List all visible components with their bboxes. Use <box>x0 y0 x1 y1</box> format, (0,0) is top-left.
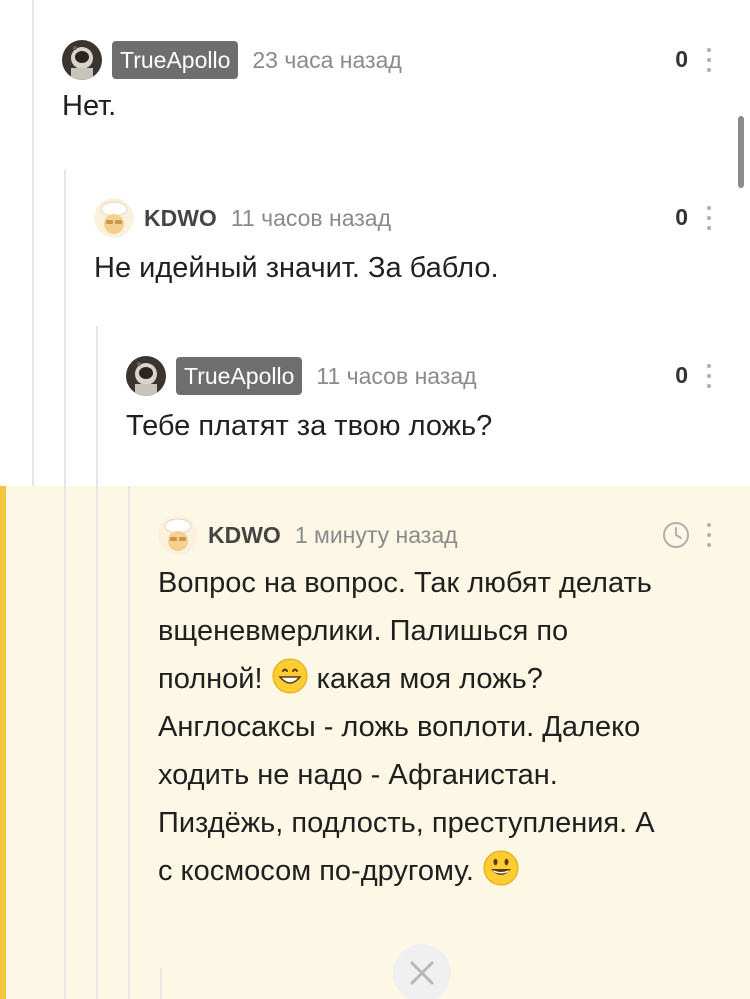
username-link[interactable]: TrueApollo <box>176 357 303 395</box>
username-link[interactable]: KDWO <box>144 205 217 232</box>
smiley-emoji-icon <box>483 850 519 886</box>
avatar[interactable] <box>94 198 134 238</box>
comment: TrueApollo 23 часа назад 0 Нет. <box>62 40 750 130</box>
comment-timestamp[interactable]: 23 часа назад <box>252 47 401 74</box>
close-icon <box>410 961 434 985</box>
comment-timestamp[interactable]: 1 минуту назад <box>295 522 458 549</box>
avatar[interactable] <box>158 515 198 555</box>
thread-line <box>160 968 162 999</box>
astronaut-avatar-icon <box>126 356 166 396</box>
chef-avatar-icon <box>94 198 134 238</box>
more-options-icon[interactable] <box>706 364 712 388</box>
comment-rating: 0 <box>675 204 688 230</box>
text-fragment: какая моя ложь? <box>316 663 543 695</box>
thread-line <box>64 170 66 999</box>
thread-line <box>128 486 130 999</box>
text-line: вщеневмерлики. Палишься по <box>158 615 569 647</box>
comment-header: TrueApollo 23 часа назад 0 <box>62 40 750 80</box>
comment-header: TrueApollo 11 часов назад 0 <box>126 356 750 396</box>
more-options-icon[interactable] <box>706 48 712 72</box>
comment-timestamp[interactable]: 11 часов назад <box>231 205 391 232</box>
more-options-icon[interactable] <box>706 523 712 547</box>
username-link[interactable]: TrueApollo <box>112 41 239 79</box>
username-link[interactable]: KDWO <box>208 522 281 549</box>
text-line: Англосаксы - ложь воплоти. Далеко <box>158 711 641 743</box>
text-line: с космосом по-другому. <box>158 847 730 895</box>
comment: TrueApollo 11 часов назад 0 Тебе платят … <box>126 356 750 450</box>
grinning-emoji-icon <box>272 658 308 694</box>
close-button[interactable] <box>393 944 451 999</box>
comment-header: KDWO 1 минуту назад <box>158 515 750 555</box>
comment-text: Вопрос на вопрос. Так любят делать вщене… <box>158 559 750 895</box>
text-line: ходить не надо - Афганистан. <box>158 759 558 791</box>
new-comment-marker <box>0 486 6 999</box>
text-fragment: полной! <box>158 663 263 695</box>
comment-rating: 0 <box>675 46 688 72</box>
scrollbar[interactable] <box>738 116 744 188</box>
comment: KDWO 1 минуту назад Вопрос на вопрос. Та… <box>158 515 750 895</box>
text-line: Пиздёжь, подлость, преступления. А <box>158 807 655 839</box>
comment-text: Нет. <box>62 90 117 122</box>
chef-avatar-icon <box>158 515 198 555</box>
comment-header: KDWO 11 часов назад 0 <box>94 198 750 238</box>
comment: KDWO 11 часов назад 0 Не идейный значит.… <box>94 198 750 292</box>
comment-text: Не идейный значит. За бабло. <box>94 252 499 284</box>
clock-icon <box>663 522 689 548</box>
comment-text: Тебе платят за твою ложь? <box>126 410 493 442</box>
comment-rating: 0 <box>675 362 688 388</box>
text-fragment: с космосом по-другому. <box>158 855 474 887</box>
avatar[interactable] <box>62 40 102 80</box>
thread-line <box>96 326 98 999</box>
comment-timestamp[interactable]: 11 часов назад <box>316 363 476 390</box>
more-options-icon[interactable] <box>706 206 712 230</box>
text-line: полной! какая моя ложь? <box>158 655 730 703</box>
text-line: Вопрос на вопрос. Так любят делать <box>158 567 652 599</box>
astronaut-avatar-icon <box>62 40 102 80</box>
avatar[interactable] <box>126 356 166 396</box>
